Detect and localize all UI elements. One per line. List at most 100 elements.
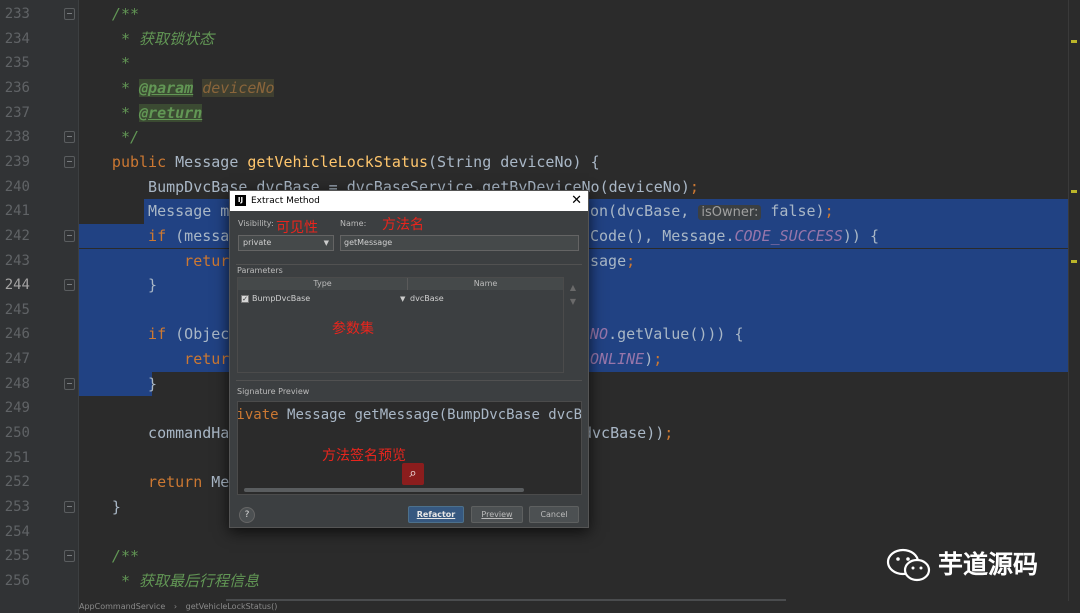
column-name[interactable]: Name (408, 278, 563, 290)
code-text: if (Object (148, 325, 239, 344)
parameter-name[interactable]: dvcBase (410, 292, 444, 306)
code-line[interactable]: 233 /** (0, 2, 1080, 26)
line-number: 241 (4, 203, 30, 220)
vertical-scrollbar[interactable] (1068, 0, 1080, 613)
divider (236, 264, 582, 265)
annotation-signature-preview: 方法签名预览 (322, 448, 406, 464)
annotation-visibility: 可见性 (276, 220, 318, 236)
line-number: 246 (4, 326, 30, 343)
extract-method-dialog: IJ Extract Method ✕ Visibility: Name: pr… (229, 190, 589, 528)
code-text: return (184, 350, 239, 369)
code-text-right: ONLINE); (590, 350, 663, 369)
line-number: 253 (4, 499, 30, 515)
code-line[interactable]: 235 * (0, 51, 1080, 75)
line-number: 251 (4, 449, 30, 466)
signature-preview-label: Signature Preview (237, 387, 310, 396)
line-number: 250 (4, 425, 30, 442)
parameter-type: BumpDvcBase (252, 294, 311, 303)
fold-toggle-icon[interactable] (64, 550, 75, 563)
move-buttons[interactable]: ▲ ▼ (568, 281, 578, 309)
code-text: } (75, 276, 158, 295)
move-up-icon[interactable]: ▲ (568, 281, 578, 295)
breadcrumb: AppCommandService › getVehicleLockStatus… (79, 601, 1079, 613)
code-text: * (75, 54, 130, 73)
code-text: public Message getVehicleLockStatus(Stri… (111, 152, 600, 171)
divider (236, 380, 582, 381)
code-text-right: NO.getValue())) { (590, 325, 744, 344)
breadcrumb-method[interactable]: getVehicleLockStatus() (186, 602, 278, 611)
fold-toggle-icon[interactable] (64, 279, 75, 292)
parameter-checkbox[interactable]: ✓ (241, 295, 249, 303)
line-number: 233 (4, 6, 30, 22)
fold-toggle-icon[interactable] (64, 131, 75, 144)
parameters-table[interactable]: Type Name ✓ BumpDvcBase ▼ dvcBase (237, 277, 564, 373)
move-down-icon[interactable]: ▼ (568, 295, 578, 309)
scroll-marker (1071, 260, 1077, 263)
preview-button[interactable]: Preview (471, 506, 523, 523)
line-number: 247 (4, 351, 30, 368)
fold-toggle-icon[interactable] (64, 8, 75, 20)
line-number: 249 (4, 400, 30, 417)
code-line[interactable]: 236 * @param deviceNo (0, 76, 1080, 100)
line-number: 244 (4, 277, 30, 294)
line-number: 256 (4, 572, 30, 589)
chevron-down-icon[interactable]: ▼ (400, 292, 405, 306)
code-text: if (messag (148, 226, 239, 245)
line-number: 238 (4, 129, 30, 146)
line-number: 242 (4, 227, 30, 244)
table-row[interactable]: ✓ BumpDvcBase ▼ dvcBase (238, 292, 563, 306)
code-text: * @return (75, 103, 203, 122)
cancel-button[interactable]: Cancel (529, 506, 579, 523)
code-text: Message me (75, 202, 239, 221)
parameters-table-header: Type Name (238, 278, 563, 290)
fold-toggle-icon[interactable] (64, 229, 75, 242)
scroll-marker (1071, 40, 1077, 43)
preview-scrollbar[interactable] (244, 488, 524, 492)
code-text-right: sage; (590, 251, 636, 270)
code-line[interactable]: 234 * 获取锁状态 (0, 27, 1080, 51)
name-label: Name: (340, 219, 367, 228)
close-button[interactable]: ✕ (571, 191, 582, 211)
code-text: commandHan (75, 424, 239, 443)
preview-label: Preview (481, 510, 513, 519)
code-text: } (75, 498, 121, 516)
visibility-select[interactable]: private ▼ (238, 235, 334, 251)
signature-preview: rivate Message getMessage(BumpDvcBase dv… (237, 401, 582, 495)
code-text-right: Code(), Message.CODE_SUCCESS)) { (590, 226, 879, 245)
fold-toggle-icon[interactable] (64, 377, 75, 390)
code-text: /** (75, 547, 140, 566)
line-number: 240 (4, 178, 30, 195)
fold-toggle-icon[interactable] (64, 501, 75, 513)
annotation-method-name: 方法名 (382, 217, 424, 233)
method-name-input[interactable]: getMessage (340, 235, 579, 251)
code-text-right: dvcBase)); (583, 424, 674, 443)
line-number: 237 (4, 104, 30, 121)
chevron-down-icon: ▼ (323, 239, 329, 247)
line-number: 252 (4, 474, 30, 491)
magnifier-icon[interactable]: ⌕ (402, 463, 424, 485)
line-number: 248 (4, 375, 30, 392)
dialog-title: Extract Method (251, 196, 320, 206)
code-line[interactable]: 239 public Message getVehicleLockStatus(… (0, 150, 1080, 174)
breadcrumb-class[interactable]: AppCommandService (79, 602, 165, 611)
code-text: * 获取锁状态 (75, 29, 215, 48)
column-type[interactable]: Type (238, 278, 408, 290)
annotation-params-set: 参数集 (332, 321, 374, 337)
line-number: 254 (4, 523, 30, 540)
fold-toggle-icon[interactable] (64, 155, 75, 168)
line-number: 243 (4, 252, 30, 269)
line-number: 255 (4, 548, 30, 565)
refactor-button[interactable]: Refactor (408, 506, 464, 523)
code-text: */ (75, 128, 140, 147)
help-button[interactable]: ? (239, 507, 255, 523)
wechat-icon (886, 548, 931, 582)
dialog-titlebar[interactable]: IJ Extract Method ✕ (230, 191, 588, 211)
line-number: 234 (4, 30, 30, 47)
code-text-right: on(dvcBase, isOwner: false); (590, 202, 834, 221)
code-line[interactable]: 237 * @return (0, 101, 1080, 125)
signature-preview-code: rivate Message getMessage(BumpDvcBase dv… (237, 407, 582, 423)
code-text: * 获取最后行程信息 (75, 571, 260, 590)
watermark-text: 芋道源码 (938, 550, 1039, 579)
code-line[interactable]: 238 */ (0, 125, 1080, 149)
visibility-label: Visibility: (238, 219, 274, 228)
